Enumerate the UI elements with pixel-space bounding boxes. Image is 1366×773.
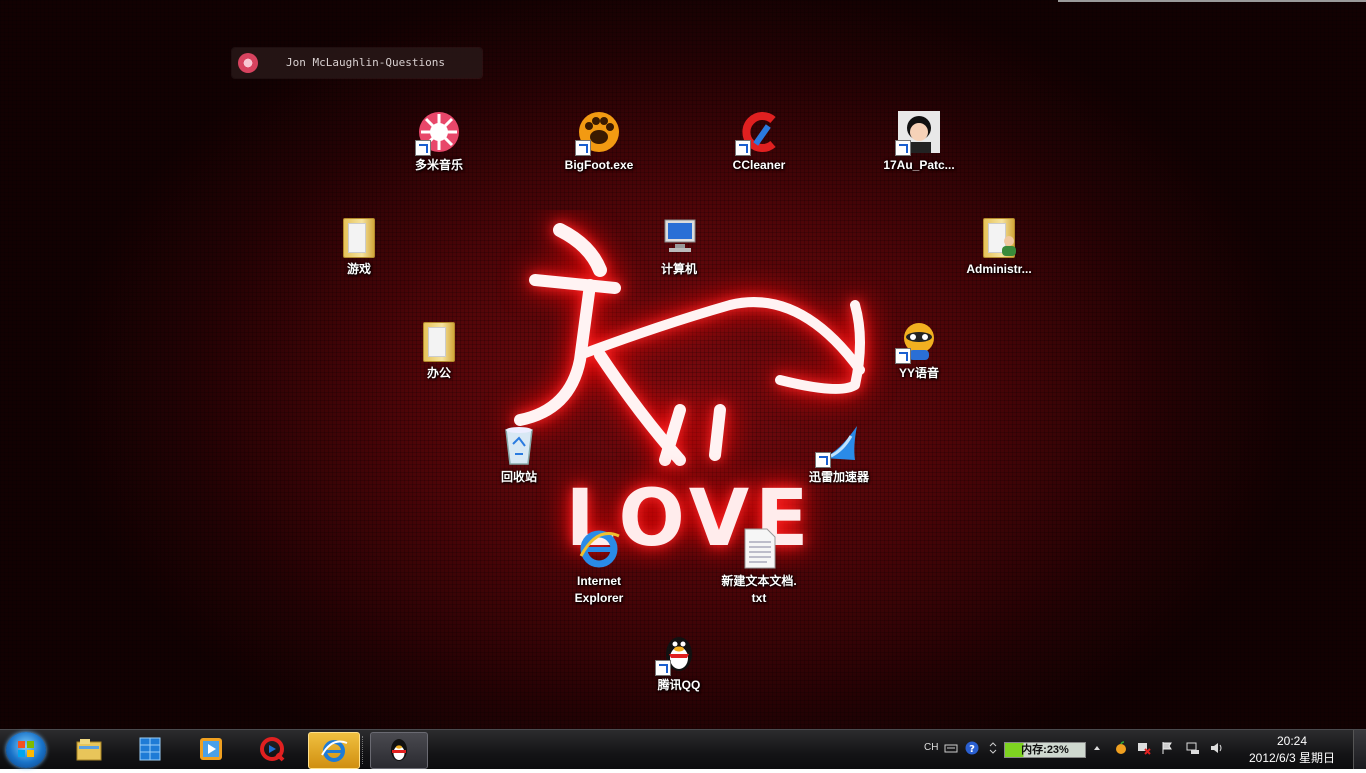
desktop-icon-internet-explorer[interactable]: Internet Explorer <box>549 526 649 607</box>
now-playing-track: Jon McLaughlin-Questions <box>286 56 445 69</box>
duomi-music-icon <box>238 53 258 73</box>
desktop-icon-ccleaner[interactable]: CCleaner <box>709 110 809 174</box>
shortcut-arrow-icon <box>415 140 431 156</box>
icon-label: Administr... <box>966 262 1032 276</box>
icon-label: Internet Explorer <box>574 574 624 605</box>
keyboard-icon[interactable] <box>944 741 958 755</box>
network-error-icon[interactable] <box>1137 741 1151 755</box>
desktop-icon-bigfoot[interactable]: BigFoot.exe <box>549 110 649 174</box>
folder-icon <box>343 218 375 258</box>
app-grid-icon <box>139 737 161 761</box>
icon-label: 计算机 <box>660 262 697 276</box>
desktop-icon-yy-voice[interactable]: YY语音 <box>869 318 969 382</box>
icon-label: 腾讯QQ <box>657 678 701 692</box>
recycle-bin-icon <box>505 427 533 465</box>
file-explorer-icon <box>76 739 102 761</box>
shortcut-arrow-icon <box>895 348 911 364</box>
show-desktop-button[interactable] <box>1353 730 1366 769</box>
shortcut-arrow-icon <box>735 140 751 156</box>
help-icon[interactable]: ? <box>965 741 979 755</box>
icon-label: YY语音 <box>898 366 939 380</box>
user-icon <box>1002 236 1016 256</box>
system-tray: CH ? 内存:23% 20:24 2012/6/3 星期日 <box>918 730 1366 769</box>
icon-label: 新建文本文档. txt <box>721 574 797 605</box>
desktop-icon-administrator[interactable]: Administr... <box>949 214 1049 278</box>
folder-icon <box>423 322 455 362</box>
taskbar-media-player[interactable] <box>183 732 239 767</box>
icon-label: 办公 <box>426 366 451 380</box>
desktop-icon-office-folder[interactable]: 办公 <box>389 318 489 382</box>
text-document-icon <box>744 528 776 569</box>
desktop-icon-17au-patcher[interactable]: 17Au_Patc... <box>869 110 969 174</box>
taskbar-qvod-player[interactable] <box>244 732 300 767</box>
apple-icon[interactable] <box>1114 741 1128 755</box>
icon-label: 迅雷加速器 <box>808 470 869 484</box>
taskbar: CH ? 内存:23% 20:24 2012/6/3 星期日 <box>0 729 1366 769</box>
desktop-icon-games-folder[interactable]: 游戏 <box>309 214 409 278</box>
desktop[interactable]: LOVE Jon McLaughlin-Questions 多米音乐 BigFo… <box>0 0 1366 729</box>
taskbar-separator <box>362 736 366 764</box>
desktop-icon-new-text-document[interactable]: 新建文本文档. txt <box>709 526 809 607</box>
clock-date: 2012/6/3 星期日 <box>1248 751 1336 765</box>
desktop-icon-computer[interactable]: 计算机 <box>629 214 729 278</box>
windows-logo-icon <box>18 741 34 757</box>
start-button[interactable] <box>6 732 46 768</box>
taskbar-file-explorer[interactable] <box>61 732 117 767</box>
shortcut-arrow-icon <box>655 660 671 676</box>
shortcut-arrow-icon <box>575 140 591 156</box>
memory-usage-meter[interactable]: 内存:23% <box>1004 742 1086 758</box>
shortcut-arrow-icon <box>895 140 911 156</box>
internet-explorer-icon <box>321 740 348 762</box>
desktop-icon-tencent-qq[interactable]: 腾讯QQ <box>629 630 729 694</box>
show-hidden-icons-arrow[interactable] <box>1092 741 1102 755</box>
clock-time: 20:24 <box>1276 734 1308 748</box>
music-player-gadget[interactable]: Jon McLaughlin-Questions <box>232 48 482 78</box>
qq-penguin-icon <box>391 739 407 761</box>
icon-label: 游戏 <box>346 262 371 276</box>
svg-text:?: ? <box>969 744 975 755</box>
desktop-icon-xunlei-accelerator[interactable]: 迅雷加速器 <box>789 422 889 486</box>
icon-label: 多米音乐 <box>414 158 463 172</box>
icon-label: BigFoot.exe <box>564 158 634 172</box>
system-clock[interactable]: 20:24 2012/6/3 星期日 <box>1240 733 1344 767</box>
taskbar-internet-explorer[interactable] <box>308 732 360 769</box>
internet-explorer-icon <box>579 530 620 568</box>
taskbar-app-grid[interactable] <box>122 732 178 767</box>
computer-icon <box>664 219 696 252</box>
window-edge-strip <box>1058 0 1366 2</box>
taskbar-qq-window[interactable] <box>370 732 428 769</box>
qvod-player-icon <box>260 737 285 762</box>
shortcut-arrow-icon <box>815 452 831 468</box>
network-monitor-icon[interactable] <box>1186 741 1200 755</box>
action-center-flag-icon[interactable] <box>1160 741 1174 755</box>
icon-label: 回收站 <box>500 470 537 484</box>
options-arrow-icon[interactable] <box>988 741 998 755</box>
desktop-icon-recycle-bin[interactable]: 回收站 <box>469 422 569 486</box>
volume-speaker-icon[interactable] <box>1210 741 1224 755</box>
icon-label: CCleaner <box>732 158 786 172</box>
media-player-icon <box>200 738 222 760</box>
icon-label: 17Au_Patc... <box>883 158 955 172</box>
language-indicator[interactable]: CH <box>924 742 938 753</box>
desktop-icon-duomi-music[interactable]: 多米音乐 <box>389 110 489 174</box>
